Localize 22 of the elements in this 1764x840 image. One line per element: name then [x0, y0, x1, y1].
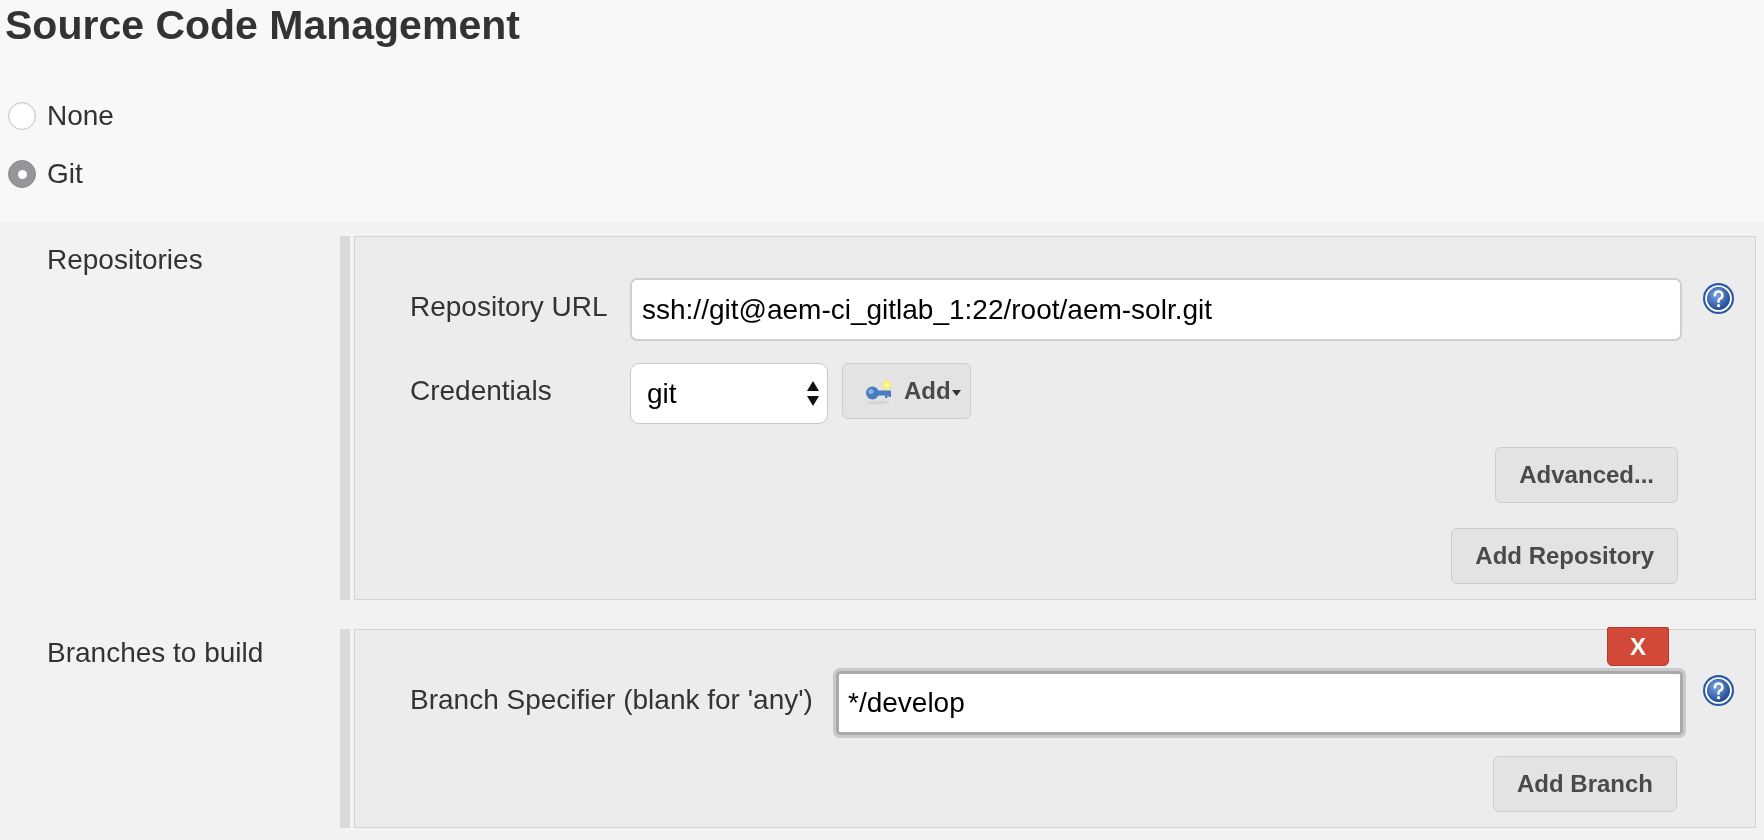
- field-label: Credentials: [410, 374, 552, 407]
- credentials-select[interactable]: git: [630, 363, 828, 424]
- radio-button[interactable]: [8, 160, 36, 188]
- field-label: Branch Specifier (blank for 'any'): [410, 684, 813, 716]
- help-icon[interactable]: [1703, 675, 1734, 706]
- text-input[interactable]: ssh://git@aem-ci_gitlab_1:22/root/aem-solr.git: [630, 278, 1682, 341]
- add-credentials-button[interactable]: Add: [842, 363, 971, 419]
- section-label: Branches to build: [47, 637, 264, 668]
- radio-label[interactable]: None: [47, 96, 114, 136]
- section-title: Source Code Management: [4, 1, 520, 49]
- caret-icon: [951, 390, 961, 396]
- delete-button[interactable]: X: [1607, 627, 1669, 666]
- field-label: Repository URL: [410, 290, 608, 323]
- help-icon[interactable]: [1703, 283, 1734, 314]
- radio-label[interactable]: Git: [47, 154, 83, 194]
- text-input[interactable]: */develop: [833, 668, 1686, 738]
- action-button[interactable]: Advanced...: [1495, 447, 1678, 503]
- radio-button[interactable]: [8, 102, 36, 130]
- action-button[interactable]: Add Branch: [1493, 756, 1677, 812]
- updown-arrows-icon: [807, 381, 819, 406]
- section-label: Repositories: [47, 244, 203, 275]
- action-button[interactable]: Add Repository: [1451, 528, 1678, 584]
